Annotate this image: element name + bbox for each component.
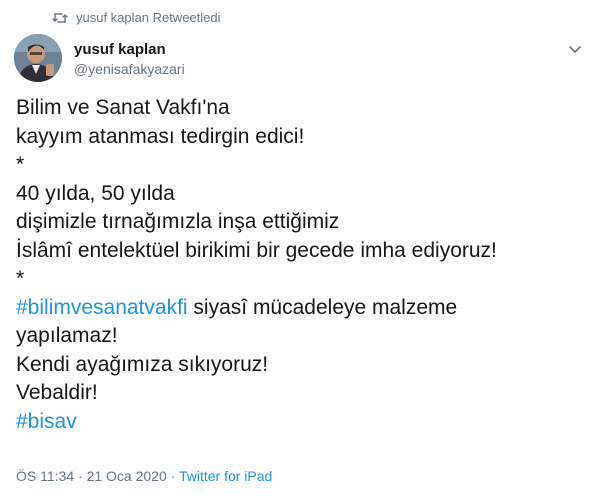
- tweet-line: dişimizle tırnağımızla inşa ettiğimiz: [16, 210, 340, 233]
- meta-separator: ·: [166, 468, 179, 484]
- retweet-icon: [52, 12, 68, 24]
- tweet-date[interactable]: 21 Oca 2020: [87, 468, 167, 484]
- hashtag-link[interactable]: #bisav: [16, 410, 77, 433]
- author-handle[interactable]: @yenisafakyazari: [74, 60, 185, 78]
- author-name[interactable]: yusuf kaplan: [74, 40, 185, 60]
- tweet-meta: ÖS 11:34 · 21 Oca 2020 · Twitter for iPa…: [16, 468, 272, 484]
- author-block[interactable]: yusuf kaplan @yenisafakyazari: [74, 40, 185, 78]
- retweet-context: yusuf kaplan Retweetledi: [52, 10, 221, 25]
- avatar[interactable]: [14, 34, 62, 82]
- tweet-line: Kendi ayağımıza sıkıyoruz!: [16, 352, 269, 376]
- tweet-line: Vebaldir!: [16, 381, 98, 404]
- tweet-line: İslâmî entelektüel birikimi bir gecede i…: [16, 238, 497, 262]
- tweet-text: Bilim ve Sanat Vakfı'na kayyım atanması …: [16, 94, 586, 436]
- tweet-line: Bilim ve Sanat Vakfı'na: [16, 96, 230, 119]
- chevron-down-icon[interactable]: [566, 40, 584, 58]
- tweet-line: kayyım atanması tedirgin edici!: [16, 124, 305, 148]
- tweet-line: 40 yılda, 50 yılda: [16, 181, 175, 205]
- tweet-line: *: [16, 153, 25, 176]
- tweet-line: #bisav: [16, 408, 586, 437]
- tweet-line: #bilimvesanatvakfi siyasî mücadeleye mal…: [16, 295, 458, 319]
- hashtag-link[interactable]: #bilimvesanatvakfi: [16, 296, 188, 319]
- tweet-line: yapılamaz!: [16, 324, 118, 347]
- tweet-time[interactable]: ÖS 11:34: [16, 468, 74, 484]
- meta-separator: ·: [74, 468, 87, 484]
- tweet-line: *: [16, 267, 25, 290]
- tweet-source-link[interactable]: Twitter for iPad: [179, 468, 272, 484]
- retweet-label[interactable]: yusuf kaplan Retweetledi: [76, 10, 221, 25]
